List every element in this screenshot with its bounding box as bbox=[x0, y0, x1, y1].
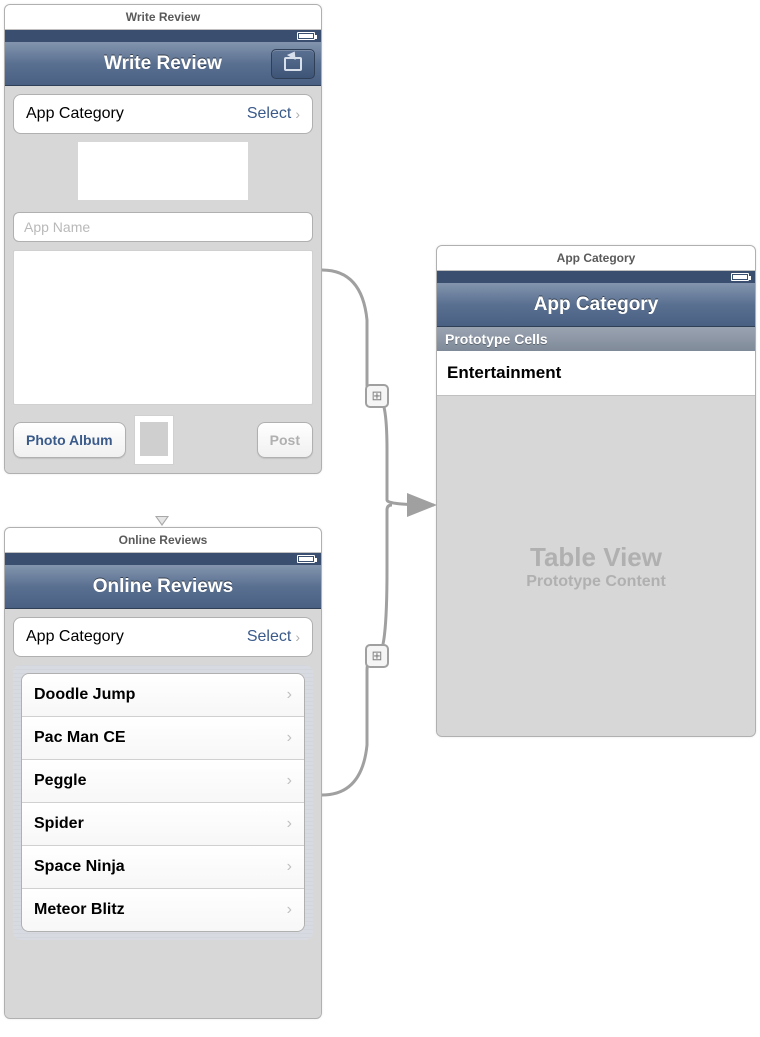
table-view-placeholder: Table View Prototype Content bbox=[437, 396, 755, 736]
cell-label: App Category bbox=[26, 628, 124, 646]
app-row[interactable]: Meteor Blitz › bbox=[22, 889, 304, 931]
online-reviews-content: App Category Select › Doodle Jump›Pac Ma… bbox=[5, 609, 321, 948]
nav-bar: App Category bbox=[437, 283, 755, 327]
status-bar bbox=[5, 553, 321, 565]
cell-value: Select bbox=[247, 105, 291, 123]
status-bar bbox=[437, 271, 755, 283]
share-button[interactable] bbox=[271, 49, 315, 79]
review-text-view[interactable] bbox=[13, 250, 313, 405]
window-title: Write Review bbox=[5, 5, 321, 30]
placeholder-title: Table View bbox=[530, 542, 662, 573]
nav-title: Online Reviews bbox=[93, 576, 233, 598]
section-header: Prototype Cells bbox=[437, 327, 755, 351]
cell-value: Select bbox=[247, 628, 291, 646]
app-row[interactable]: Peggle › bbox=[22, 760, 304, 803]
battery-icon bbox=[297, 32, 315, 40]
app-row-label: Pac Man CE bbox=[34, 729, 126, 747]
chevron-right-icon: › bbox=[287, 858, 292, 876]
bottom-toolbar: Photo Album Post bbox=[13, 415, 313, 465]
write-review-content: App Category Select › Photo Album Post bbox=[5, 86, 321, 473]
app-row[interactable]: Spider › bbox=[22, 803, 304, 846]
window-title: Online Reviews bbox=[5, 528, 321, 553]
app-category-row[interactable]: App Category Select › bbox=[13, 617, 313, 657]
segue-arrow-down-icon bbox=[155, 516, 169, 526]
app-row[interactable]: Pac Man CE › bbox=[22, 717, 304, 760]
online-reviews-screen: Online Reviews Online Reviews App Catego… bbox=[4, 527, 322, 1019]
thumbnail-placeholder bbox=[134, 415, 174, 465]
app-row[interactable]: Doodle Jump › bbox=[22, 674, 304, 717]
segue-node-icon[interactable]: ⊞ bbox=[365, 384, 389, 408]
app-category-screen: App Category App Category Prototype Cell… bbox=[436, 245, 756, 737]
app-row-label: Space Ninja bbox=[34, 858, 125, 876]
app-row-label: Spider bbox=[34, 815, 84, 833]
apps-table: Doodle Jump›Pac Man CE›Peggle›Spider›Spa… bbox=[21, 673, 305, 932]
segue-node-icon[interactable]: ⊞ bbox=[365, 644, 389, 668]
image-placeholder bbox=[78, 142, 248, 200]
app-row-label: Meteor Blitz bbox=[34, 901, 125, 919]
app-row[interactable]: Space Ninja › bbox=[22, 846, 304, 889]
photo-album-button[interactable]: Photo Album bbox=[13, 422, 126, 458]
placeholder-subtitle: Prototype Content bbox=[526, 573, 666, 591]
nav-title: App Category bbox=[534, 294, 659, 316]
nav-bar: Online Reviews bbox=[5, 565, 321, 609]
segue-connector bbox=[322, 270, 442, 820]
app-name-input[interactable] bbox=[13, 212, 313, 242]
prototype-cell[interactable]: Entertainment bbox=[437, 351, 755, 396]
battery-icon bbox=[731, 273, 749, 281]
chevron-right-icon: › bbox=[287, 815, 292, 833]
nav-bar: Write Review bbox=[5, 42, 321, 86]
chevron-right-icon: › bbox=[295, 629, 300, 645]
chevron-right-icon: › bbox=[287, 901, 292, 919]
chevron-right-icon: › bbox=[287, 772, 292, 790]
cell-label: App Category bbox=[26, 105, 124, 123]
nav-title: Write Review bbox=[104, 53, 222, 75]
write-review-screen: Write Review Write Review App Category S… bbox=[4, 4, 322, 474]
chevron-right-icon: › bbox=[295, 106, 300, 122]
chevron-right-icon: › bbox=[287, 729, 292, 747]
chevron-right-icon: › bbox=[287, 686, 292, 704]
app-category-row[interactable]: App Category Select › bbox=[13, 94, 313, 134]
battery-icon bbox=[297, 555, 315, 563]
share-icon bbox=[284, 57, 302, 71]
app-row-label: Peggle bbox=[34, 772, 86, 790]
apps-table-wrap: Doodle Jump›Pac Man CE›Peggle›Spider›Spa… bbox=[13, 665, 313, 940]
window-title: App Category bbox=[437, 246, 755, 271]
status-bar bbox=[5, 30, 321, 42]
post-button[interactable]: Post bbox=[257, 422, 313, 458]
app-row-label: Doodle Jump bbox=[34, 686, 135, 704]
